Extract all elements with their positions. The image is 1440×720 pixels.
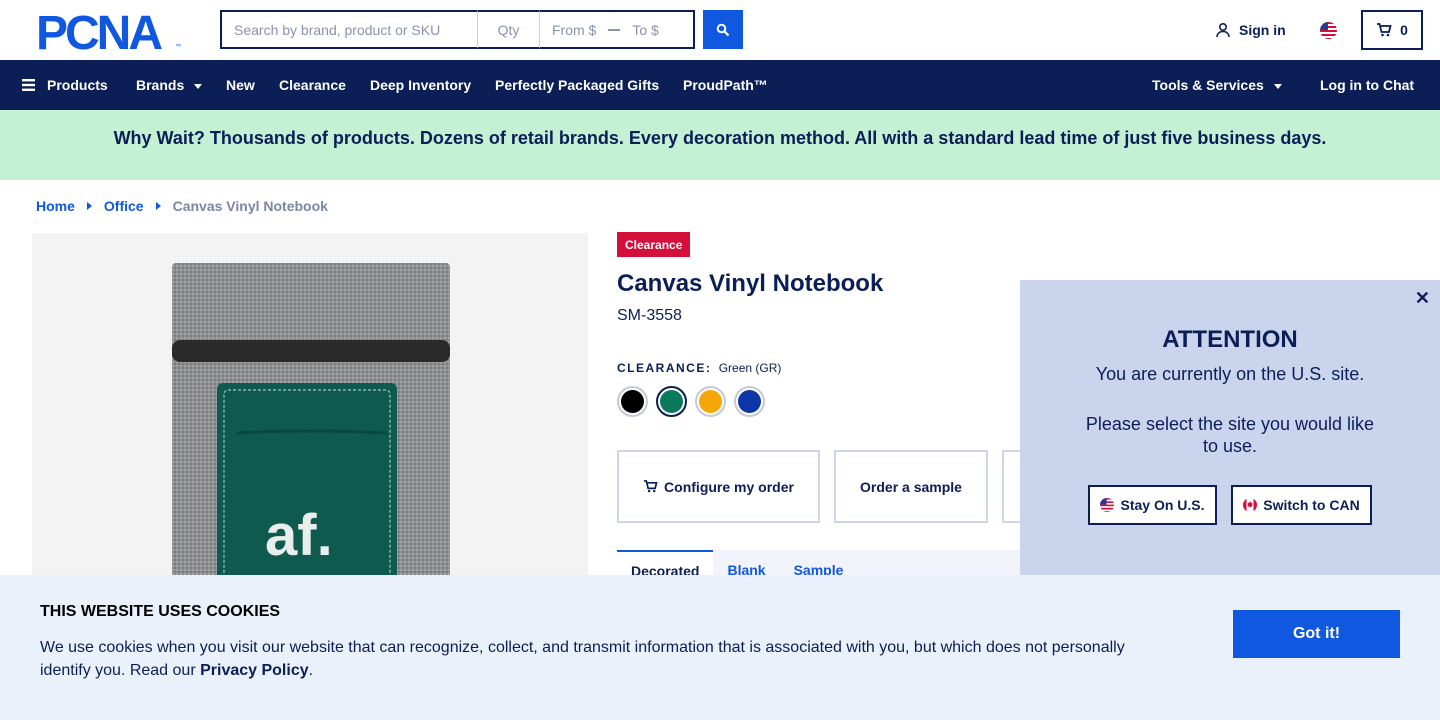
product-image[interactable]: af. [32,233,588,633]
us-flag-icon[interactable] [1320,22,1337,39]
color-label-key: CLEARANCE: [617,361,712,375]
nav-proudpath[interactable]: ProudPath™ [683,60,768,110]
range-dash [608,28,621,31]
cookie-text: We use cookies when you visit our websit… [40,636,1150,682]
nav-tools-label: Tools & Services [1152,77,1264,93]
svg-text:af.: af. [265,503,333,568]
stay-us-button[interactable]: Stay On U.S. [1088,485,1217,525]
close-icon[interactable]: ✕ [1415,288,1430,309]
nav-clearance[interactable]: Clearance [279,60,346,110]
nav-tools[interactable]: Tools & Services [1152,60,1282,110]
cookie-end: . [308,662,314,679]
breadcrumb: Home Office Canvas Vinyl Notebook [36,198,328,214]
nav-products-label: Products [47,77,108,93]
us-flag-icon [1100,498,1115,512]
swatch-royal-blue-fill [738,390,761,413]
pcna-logo[interactable]: PCNA ™ [36,7,184,60]
nav-products[interactable]: Products [22,60,108,110]
product-title: Canvas Vinyl Notebook [617,270,884,297]
color-label: CLEARANCE: Green (GR) [617,361,781,375]
svg-text:™: ™ [175,43,181,50]
swatch-green[interactable] [656,386,687,417]
swatch-green-fill [660,390,683,413]
nav-brands[interactable]: Brands [136,60,203,110]
user-icon [1216,22,1230,38]
got-it-button[interactable]: Got it! [1233,610,1400,658]
swatch-orange[interactable] [695,386,726,417]
top-bar: PCNA ™ Search by brand, product or SKU Q… [0,0,1440,60]
breadcrumb-office[interactable]: Office [104,198,144,214]
cookie-title: THIS WEBSITE USES COOKIES [40,603,281,620]
configure-order-button[interactable]: Configure my order [617,450,820,523]
swatch-black-fill [621,390,644,413]
price-range: From $ To $ [540,10,695,49]
menu-icon [22,79,35,91]
modal-prompt: Please select the site you would like to… [1085,414,1375,456]
promo-banner: Why Wait? Thousands of products. Dozens … [0,110,1440,180]
price-to-input[interactable]: To $ [632,22,658,38]
breadcrumb-home[interactable]: Home [36,198,75,214]
configure-order-label: Configure my order [664,478,794,495]
nav-brands-label: Brands [136,77,185,93]
stay-us-label: Stay On U.S. [1120,497,1205,513]
breadcrumb-current: Canvas Vinyl Notebook [172,198,328,214]
cart-button[interactable]: 0 [1361,10,1423,50]
search-bar: Search by brand, product or SKU Qty From… [220,10,695,49]
site-selector-modal: ✕ ATTENTION You are currently on the U.S… [1020,280,1440,576]
order-sample-label: Order a sample [860,478,962,495]
search-icon [716,23,730,36]
order-sample-button[interactable]: Order a sample [834,450,988,523]
switch-can-button[interactable]: Switch to CAN [1231,485,1372,525]
cart-count: 0 [1400,22,1408,38]
cookie-banner: THIS WEBSITE USES COOKIES We use cookies… [0,575,1440,720]
nav-deep-inventory[interactable]: Deep Inventory [370,60,471,110]
color-label-value: Green (GR) [718,361,782,375]
swatch-royal-blue[interactable] [734,386,765,417]
modal-title: ATTENTION [1162,326,1298,353]
nav-new[interactable]: New [226,60,255,110]
switch-can-label: Switch to CAN [1263,497,1360,513]
chevron-down-icon [194,83,203,89]
cart-icon [1377,23,1392,37]
sign-in-label: Sign in [1239,22,1286,38]
chevron-down-icon [1273,83,1282,89]
privacy-policy-link[interactable]: Privacy Policy [200,662,309,679]
price-from-input[interactable]: From $ [552,22,596,38]
qty-input[interactable]: Qty [478,10,540,49]
search-button[interactable] [703,10,743,49]
svg-text:PCNA: PCNA [36,12,162,50]
swatch-black[interactable] [617,386,648,417]
search-input[interactable]: Search by brand, product or SKU [220,10,478,49]
product-sku: SM-3558 [617,307,682,324]
main-nav: Products Brands New Clearance Deep Inven… [0,60,1440,110]
cart-icon [644,480,658,493]
caret-right-icon [86,202,92,210]
color-swatches [617,386,765,417]
caret-right-icon [155,202,161,210]
clearance-badge: Clearance [617,232,691,257]
swatch-orange-fill [699,390,722,413]
modal-message: You are currently on the U.S. site. [1095,364,1365,384]
nav-gifts[interactable]: Perfectly Packaged Gifts [495,60,659,110]
canada-flag-icon [1243,498,1258,512]
nav-chat[interactable]: Log in to Chat [1320,60,1414,110]
sign-in-link[interactable]: Sign in [1215,22,1286,38]
